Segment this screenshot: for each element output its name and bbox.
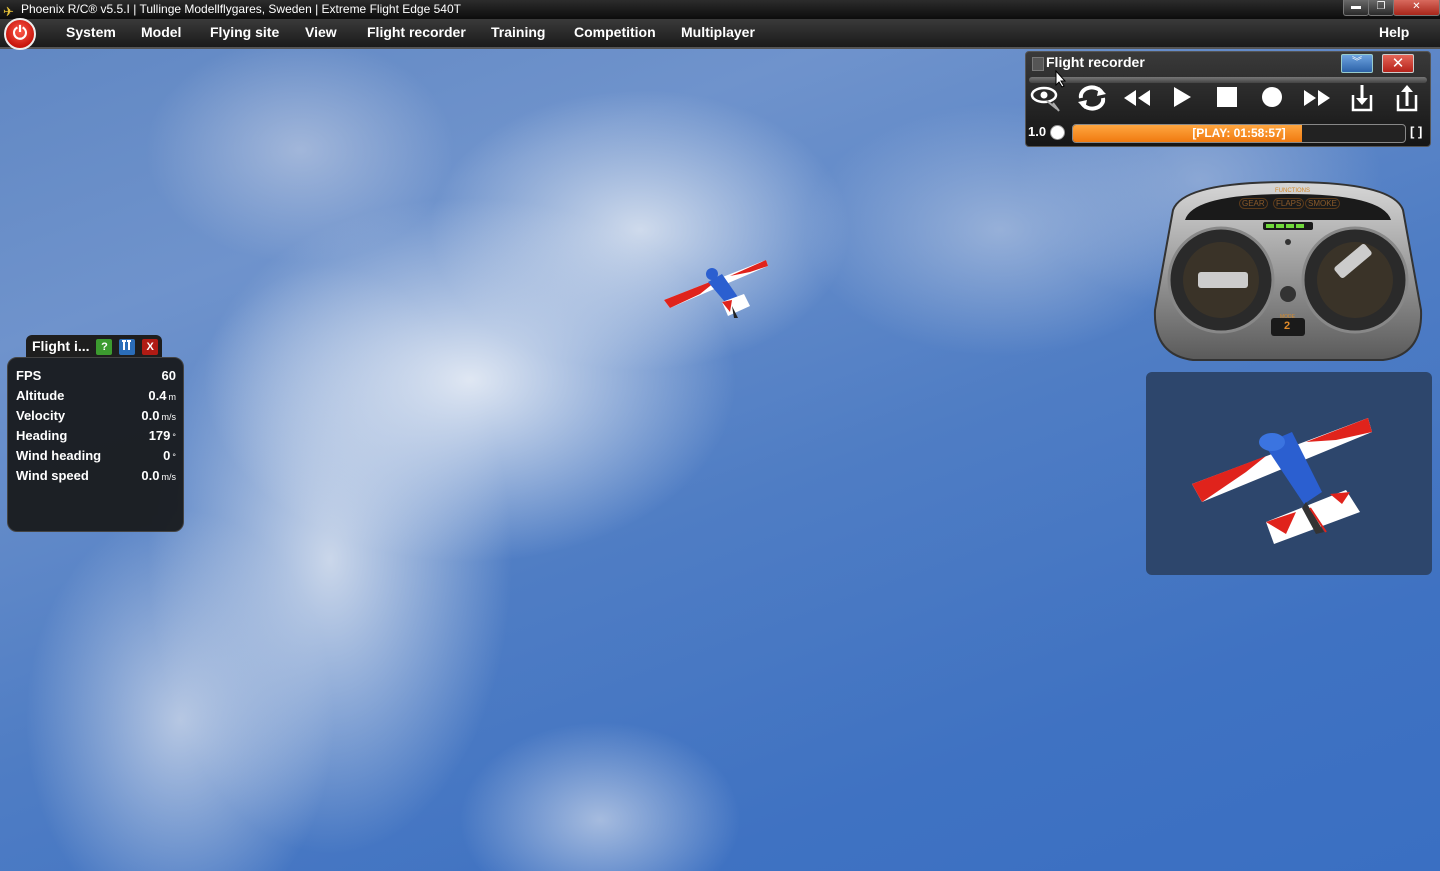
gear-button: GEAR (1239, 198, 1268, 209)
export-icon (1396, 85, 1418, 112)
import-recording-button[interactable] (1342, 83, 1382, 119)
camera-view-button[interactable] (1026, 83, 1066, 119)
fps-value: 60 (161, 368, 176, 383)
play-icon (1174, 87, 1191, 107)
velocity-unit: m/s (161, 412, 177, 422)
playback-speed: 1.0 (1028, 124, 1047, 139)
mouse-cursor-icon (1055, 70, 1067, 88)
wind-speed-value-group: 0.0 m/s (141, 466, 176, 487)
model-airplane-render (1192, 418, 1372, 544)
import-icon (1351, 85, 1373, 112)
loop-button[interactable] (1072, 83, 1112, 119)
playback-progress-bar[interactable]: [PLAY: 01:58:57] (1072, 124, 1406, 143)
flight-info-settings-button[interactable] (119, 339, 136, 356)
flaps-button: FLAPS (1273, 198, 1305, 209)
flight-recorder-pin-icon[interactable] (1032, 57, 1044, 71)
menu-view[interactable]: View (305, 19, 337, 47)
menu-model[interactable]: Model (141, 19, 181, 47)
menu-flying-site[interactable]: Flying site (210, 19, 279, 47)
smoke-button: SMOKE (1305, 198, 1340, 209)
altitude-value-group: 0.4 m (148, 386, 176, 407)
flight-info-row-velocity: Velocity 0.0 m/s (16, 406, 176, 426)
fps-label: FPS (16, 368, 42, 383)
close-window-button[interactable]: ✕ (1393, 0, 1440, 16)
menu-bar: ⏻ System Model Flying site View Flight r… (0, 18, 1440, 50)
rewind-button[interactable] (1117, 83, 1157, 119)
heading-value: 179 (148, 428, 171, 443)
flight-info-row-fps: FPS 60 (16, 366, 176, 386)
flight-recorder-collapse-button[interactable]: ︾ (1341, 54, 1373, 73)
tools-icon (122, 340, 132, 351)
menu-competition[interactable]: Competition (574, 19, 656, 47)
fullscreen-bracket-button[interactable]: [ ] (1410, 124, 1422, 139)
altitude-label: Altitude (16, 388, 65, 403)
heading-unit: ° (172, 432, 176, 442)
rc-transmitter-display: FUNCTIONS GEAR FLAPS SMOKE MODE 2 (1153, 180, 1423, 362)
flight-info-row-heading: Heading 179 ° (16, 426, 176, 446)
power-button[interactable]: ⏻ (4, 18, 36, 50)
playback-speed-knob[interactable] (1050, 125, 1065, 140)
window-title: Phoenix R/C® v5.5.I | Tullinge Modellfly… (21, 2, 461, 16)
flight-info-panel: FPS 60 Altitude 0.4 m Velocity 0.0 m/s Hea… (7, 357, 184, 532)
flight-recorder-close-button[interactable]: ✕ (1382, 54, 1414, 73)
fast-forward-icon (1304, 90, 1330, 106)
window-title-bar: ✈ Phoenix R/C® v5.5.I | Tullinge Modellf… (0, 0, 1440, 19)
altitude-value: 0.4 (148, 388, 167, 403)
airplane-in-flight (664, 260, 768, 318)
menu-multiplayer[interactable]: Multiplayer (681, 19, 755, 47)
altitude-unit: m (168, 392, 177, 402)
wind-heading-value-group: 0 ° (163, 446, 176, 467)
menu-training[interactable]: Training (491, 19, 545, 47)
menu-flight-recorder[interactable]: Flight recorder (367, 19, 466, 47)
velocity-label: Velocity (16, 408, 66, 423)
heading-label: Heading (16, 428, 68, 443)
heading-value-group: 179 ° (149, 426, 176, 447)
mode-value: 2 (1284, 320, 1291, 332)
rewind-icon (1124, 90, 1150, 106)
record-button[interactable] (1252, 83, 1292, 119)
minimize-button[interactable]: ▬ (1343, 0, 1369, 16)
fast-forward-button[interactable] (1297, 83, 1337, 119)
stop-button[interactable] (1207, 83, 1247, 119)
flight-recorder-title: Flight recorder (1046, 54, 1145, 70)
wind-speed-value: 0.0 (141, 468, 160, 483)
flight-info-help-button[interactable]: ? (96, 339, 113, 356)
menu-help[interactable]: Help (1379, 19, 1409, 47)
loop-icon (1078, 85, 1106, 111)
flight-info-row-wind-heading: Wind heading 0 ° (16, 446, 176, 466)
wind-heading-unit: ° (172, 452, 176, 462)
velocity-value: 0.0 (141, 408, 160, 423)
stop-icon (1217, 87, 1237, 107)
wind-speed-unit: m/s (161, 472, 177, 482)
playback-status: [PLAY: 01:58:57] (1192, 126, 1286, 140)
wind-heading-label: Wind heading (16, 448, 102, 463)
flight-info-row-wind-speed: Wind speed 0.0 m/s (16, 466, 176, 486)
fps-value-group: 60 (162, 366, 176, 386)
menu-system[interactable]: System (66, 19, 116, 47)
play-button[interactable] (1162, 83, 1202, 119)
wind-speed-label: Wind speed (16, 468, 89, 483)
maximize-button[interactable]: ❐ (1368, 0, 1394, 16)
export-recording-button[interactable] (1387, 83, 1427, 119)
flight-info-titlebar[interactable]: Flight i... ? X (26, 335, 163, 357)
functions-label: FUNCTIONS (1275, 188, 1310, 194)
flight-info-close-button[interactable]: X (142, 339, 159, 356)
flight-recorder-panel: Flight recorder ︾ ✕ 1.0 [PLAY: 01:58:57]… (1025, 51, 1431, 147)
flight-info-row-altitude: Altitude 0.4 m (16, 386, 176, 406)
velocity-value-group: 0.0 m/s (141, 406, 176, 427)
wind-heading-value: 0 (163, 448, 171, 463)
model-view-window[interactable] (1146, 372, 1432, 575)
record-icon (1262, 87, 1282, 107)
flight-info-title: Flight i... (32, 338, 90, 354)
